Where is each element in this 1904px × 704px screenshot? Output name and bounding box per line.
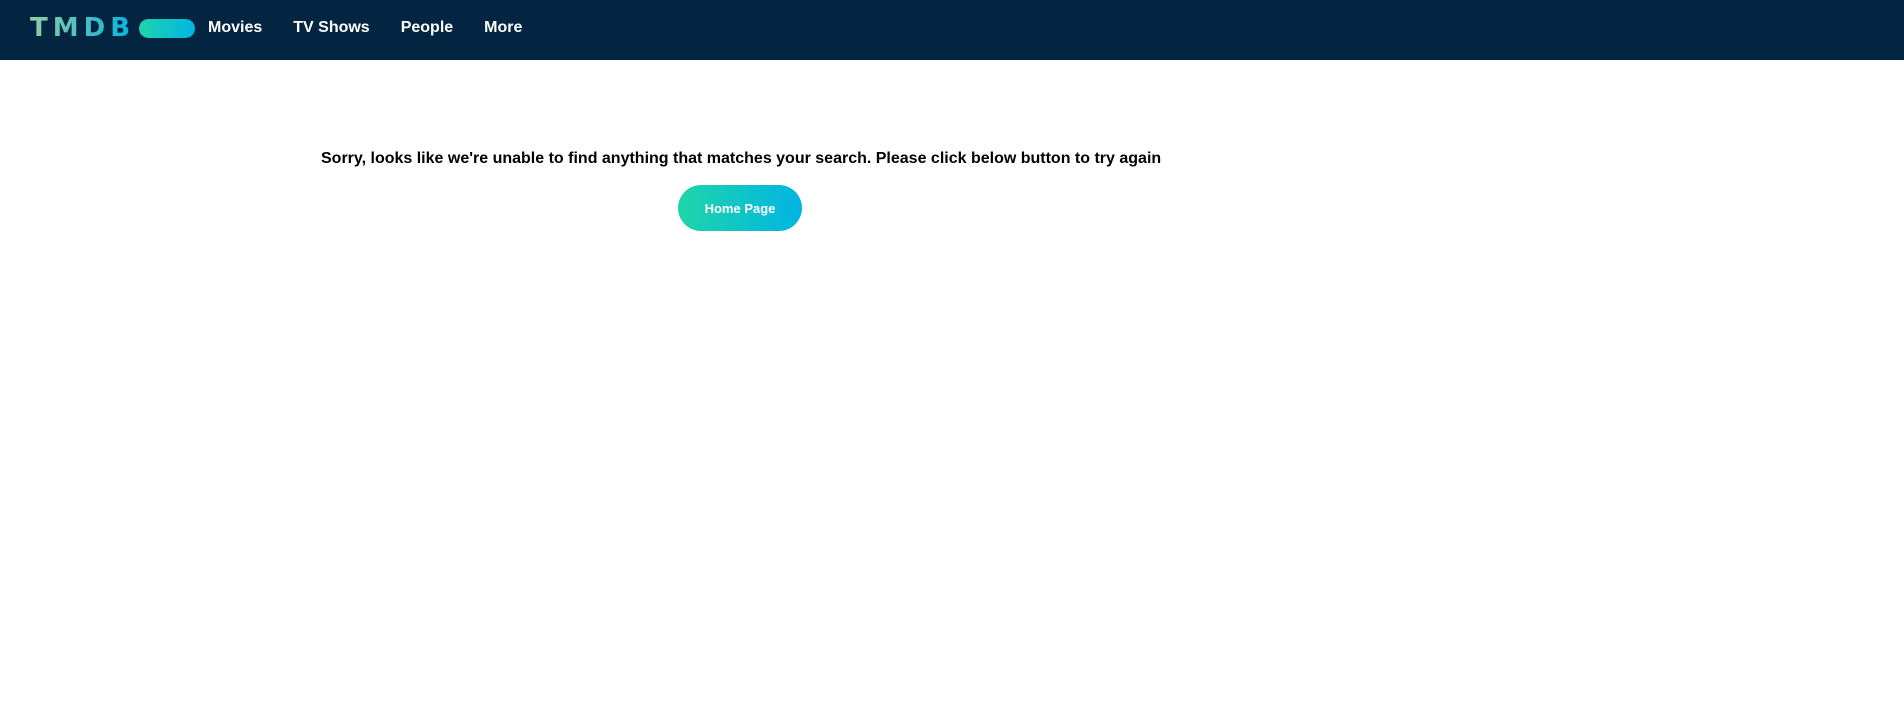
nav-item-more[interactable]: More (484, 19, 522, 37)
main-nav: Movies TV Shows People More (208, 0, 553, 56)
no-results-message: Sorry, looks like we're unable to find a… (321, 150, 1162, 167)
logo-text: TMDB (30, 13, 136, 43)
nav-item-tv-shows[interactable]: TV Shows (293, 19, 369, 37)
top-navigation-bar: TMDB Movies TV Shows People More (0, 0, 1904, 60)
home-page-button[interactable]: Home Page (678, 185, 802, 231)
tmdb-logo[interactable]: TMDB (30, 13, 196, 43)
nav-item-people[interactable]: People (401, 19, 453, 37)
nav-item-movies[interactable]: Movies (208, 19, 262, 37)
logo-pill-shape (139, 18, 196, 38)
